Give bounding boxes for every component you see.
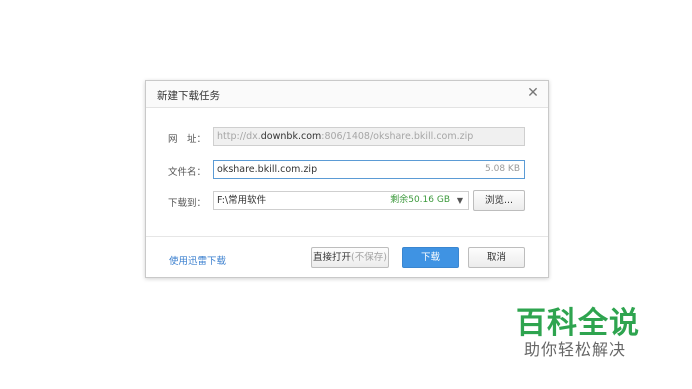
filename-label: 文件名： (168, 167, 207, 178)
use-xunlei-link[interactable]: 使用迅雷下载 (169, 253, 226, 267)
url-field: http://dx.downbk.com:806/1408/okshare.bk… (213, 127, 525, 146)
footer-divider (146, 236, 548, 237)
close-icon[interactable]: ✕ (526, 86, 540, 100)
filename-input[interactable]: okshare.bkill.com.zip 5.08 KB (213, 160, 525, 179)
dialog-title: 新建下载任务 (157, 90, 220, 102)
watermark: 百科全说 助你轻松解决 (494, 288, 692, 389)
saveto-label: 下载到： (168, 198, 207, 209)
cancel-button[interactable]: 取消 (468, 247, 525, 268)
open-directly-button[interactable]: 直接打开(不保存) (311, 247, 389, 268)
open-directly-hint: (不保存) (351, 252, 387, 263)
url-suffix: :806/1408/okshare.bkill.com.zip (321, 131, 474, 142)
saveto-select[interactable]: F:\常用软件 剩余50.16 GB ▼ (213, 191, 469, 210)
file-size: 5.08 KB (485, 164, 520, 174)
watermark-subtitle: 助你轻松解决 (524, 340, 627, 359)
saveto-value: F:\常用软件 (217, 195, 267, 206)
chevron-down-icon[interactable]: ▼ (457, 192, 463, 209)
filename-value: okshare.bkill.com.zip (217, 164, 318, 175)
dialog-titlebar: 新建下载任务 ✕ (146, 81, 548, 108)
open-directly-label: 直接打开 (313, 252, 352, 263)
url-domain: downbk.com (260, 131, 322, 142)
free-space: 剩余50.16 GB (390, 195, 450, 205)
download-button[interactable]: 下载 (402, 247, 459, 268)
url-label: 网 址： (168, 134, 207, 145)
url-prefix: http://dx. (217, 131, 261, 142)
browse-button[interactable]: 浏览... (473, 190, 525, 211)
new-download-dialog: 新建下载任务 ✕ 网 址： http://dx.downbk.com:806/1… (145, 80, 549, 278)
